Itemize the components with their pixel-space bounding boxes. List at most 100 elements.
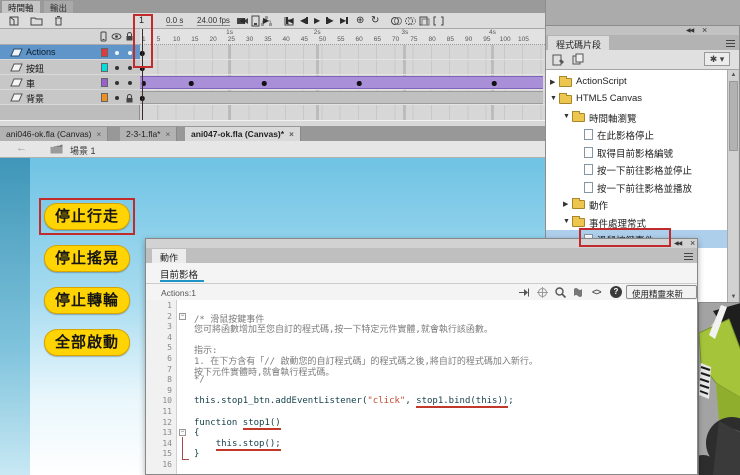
code-line[interactable]: 9 bbox=[146, 386, 697, 397]
layer-color-swatch[interactable] bbox=[101, 78, 108, 87]
scene-breadcrumb[interactable]: 場景 1 bbox=[70, 144, 96, 157]
insert-target-path-icon[interactable] bbox=[536, 286, 549, 299]
layer-name[interactable]: Actions bbox=[26, 47, 56, 57]
scrollbar-thumb[interactable] bbox=[729, 81, 738, 151]
frames-row-actions[interactable] bbox=[139, 45, 545, 60]
tree-folder-actions[interactable]: ▶ 動作 bbox=[546, 195, 728, 213]
frame-rate-indicator[interactable]: 24.00 fps bbox=[197, 16, 230, 26]
add-with-wizard-button[interactable]: 使用精靈來新增 bbox=[626, 285, 697, 311]
onion-skin-icon[interactable] bbox=[390, 15, 403, 27]
code-line[interactable]: 1 bbox=[146, 301, 697, 312]
help-icon[interactable]: ? bbox=[610, 286, 622, 298]
tree-folder-actionscript[interactable]: ▶ ActionScript bbox=[546, 73, 728, 91]
search-icon[interactable] bbox=[554, 286, 567, 299]
timeline-frames-area[interactable]: 1s 2s 3s 4s 1 5 10 15 20 25 30 35 40 45 50 55 60 65 70 75 8… bbox=[139, 29, 545, 120]
format-code-icon[interactable]: <> bbox=[592, 287, 601, 297]
script-editor[interactable]: 1 2/* 滑鼠按鍵事件 3 您可將函數增加至您自訂的程式碼,按一下特定元件實體,… bbox=[146, 300, 697, 474]
tab-timeline[interactable]: 時間軸 bbox=[2, 1, 40, 13]
panel-menu-icon[interactable] bbox=[684, 253, 693, 260]
panel-menu-icon[interactable] bbox=[726, 40, 735, 47]
stage-button-stop-wheel[interactable]: 停止轉輪 bbox=[44, 287, 130, 314]
step-forward-button[interactable]: ▶ bbox=[263, 15, 269, 26]
chevron-right-icon[interactable]: ▶ bbox=[563, 200, 568, 208]
pin-script-icon[interactable] bbox=[518, 286, 531, 299]
layer-color-swatch[interactable] bbox=[101, 93, 108, 102]
visibility-dot[interactable] bbox=[115, 51, 119, 55]
tree-item-click-goto-stop[interactable]: 按一下前往影格並停止 bbox=[546, 160, 728, 178]
chevron-down-icon[interactable]: ▼ bbox=[550, 95, 557, 102]
code-line[interactable]: 7 按下元件實體時,就會執行程式碼。 bbox=[146, 365, 697, 378]
current-frame-subtab[interactable]: 目前影格 bbox=[160, 267, 198, 281]
code-fold-icon[interactable]: − bbox=[179, 429, 186, 436]
close-icon[interactable]: × bbox=[166, 130, 171, 139]
lock-dot[interactable] bbox=[128, 66, 132, 70]
onion-skin-outline-icon[interactable] bbox=[404, 15, 417, 27]
frame-preview-icon[interactable] bbox=[249, 15, 262, 27]
code-line[interactable]: 3 您可將函數增加至您自訂的程式碼,按一下特定元件實體,就會執行該函數。 bbox=[146, 322, 697, 335]
code-line[interactable]: 8 */ bbox=[146, 375, 697, 386]
code-line[interactable]: 15} bbox=[146, 449, 697, 460]
code-fold-icon[interactable]: − bbox=[179, 313, 186, 320]
stage-button-start-all[interactable]: 全部啟動 bbox=[44, 329, 130, 356]
doc-tab-2-3-1[interactable]: 2-3-1.fla* × bbox=[120, 127, 178, 141]
code-line-addeventlistener[interactable]: 10 this.stop1_btn.addEventListener("click… bbox=[146, 396, 697, 409]
layer-name[interactable]: 按鈕 bbox=[26, 62, 44, 75]
visibility-dot[interactable] bbox=[115, 81, 119, 85]
frames-row-car-layer[interactable] bbox=[140, 75, 545, 90]
code-line[interactable]: 16 bbox=[146, 460, 697, 471]
code-lines[interactable]: 1 2/* 滑鼠按鍵事件 3 您可將函數增加至您自訂的程式碼,按一下特定元件實體,… bbox=[146, 301, 697, 471]
next-frame-button[interactable]: ▶ bbox=[326, 15, 334, 26]
play-button[interactable]: ▶ bbox=[314, 15, 320, 26]
go-last-frame-button[interactable]: ▶ bbox=[340, 15, 348, 26]
step-back-button[interactable]: ◀ bbox=[239, 15, 245, 26]
layer-row-background[interactable]: 背景 bbox=[0, 90, 140, 105]
layer-color-swatch[interactable] bbox=[101, 48, 108, 57]
frame-brackets-icon[interactable] bbox=[432, 15, 445, 27]
layer-row-actions[interactable]: Actions bbox=[0, 45, 140, 60]
close-panel-icon[interactable]: × bbox=[702, 26, 707, 35]
tree-folder-html5-canvas[interactable]: ▼ HTML5 Canvas bbox=[546, 90, 728, 108]
close-panel-icon[interactable]: × bbox=[690, 239, 695, 248]
layer-color-swatch[interactable] bbox=[101, 63, 108, 72]
code-line[interactable]: 4 bbox=[146, 333, 697, 344]
layer-name[interactable]: 背景 bbox=[26, 92, 44, 105]
tab-output[interactable]: 輸出 bbox=[44, 1, 74, 13]
copy-snippet-icon[interactable] bbox=[572, 53, 585, 66]
gear-menu-button[interactable]: ✱ ▾ bbox=[704, 52, 730, 66]
new-folder-icon[interactable] bbox=[30, 15, 43, 27]
scroll-up-icon[interactable]: ▲ bbox=[729, 72, 738, 78]
code-line-this-stop[interactable]: 14 this.stop(); bbox=[146, 438, 697, 451]
motion-tween-band[interactable] bbox=[140, 76, 543, 89]
code-line[interactable]: 13{ bbox=[146, 428, 697, 439]
stage-button-stop-sway[interactable]: 停止搖晃 bbox=[44, 245, 130, 272]
close-icon[interactable]: × bbox=[97, 130, 102, 139]
snippets-scrollbar[interactable]: ▲ ▼ bbox=[727, 70, 738, 302]
tree-item-click-goto-play[interactable]: 按一下前往影格並播放 bbox=[546, 178, 728, 196]
tree-item-get-frame-number[interactable]: 取得目前影格編號 bbox=[546, 143, 728, 161]
tree-item-stop-at-frame[interactable]: 在此影格停止 bbox=[546, 125, 728, 143]
code-snippets-icon[interactable] bbox=[572, 286, 585, 299]
actions-panel-tab[interactable]: 動作 bbox=[152, 249, 187, 263]
lock-dot[interactable] bbox=[128, 51, 132, 55]
collapse-panel-icon[interactable]: ◀◀ bbox=[674, 240, 682, 247]
close-icon[interactable]: × bbox=[289, 130, 294, 139]
code-line[interactable]: 6 1. 在下方含有「// 啟動您的自訂程式碼」的程式碼之後,將自訂的程式碼加入新… bbox=[146, 354, 697, 367]
scroll-down-icon[interactable]: ▼ bbox=[729, 294, 738, 300]
back-arrow-icon[interactable]: ← bbox=[16, 142, 27, 154]
code-line[interactable]: 2/* 滑鼠按鍵事件 bbox=[146, 312, 697, 325]
chevron-right-icon[interactable]: ▶ bbox=[550, 78, 555, 86]
doc-tab-ani046[interactable]: ani046-ok.fla (Canvas) × bbox=[0, 127, 109, 141]
add-snippet-icon[interactable] bbox=[552, 53, 565, 66]
layer-name[interactable]: 車 bbox=[26, 77, 35, 90]
lock-dot[interactable] bbox=[128, 81, 132, 85]
snippets-panel-tab[interactable]: 程式碼片段 bbox=[548, 36, 610, 50]
frames-row-background-layer[interactable] bbox=[139, 90, 545, 105]
tree-folder-timeline-nav[interactable]: ▼ 時間軸瀏覽 bbox=[546, 108, 728, 126]
frames-row-button-layer[interactable] bbox=[139, 60, 545, 75]
elapsed-time-indicator[interactable]: 0.0 s bbox=[166, 16, 184, 26]
layer-row-button[interactable]: 按鈕 bbox=[0, 60, 140, 75]
delete-layer-icon[interactable] bbox=[52, 15, 65, 27]
prev-frame-button[interactable]: ◀ bbox=[300, 15, 308, 26]
new-layer-icon[interactable] bbox=[8, 15, 21, 27]
layer-lock-icon[interactable] bbox=[124, 93, 135, 104]
